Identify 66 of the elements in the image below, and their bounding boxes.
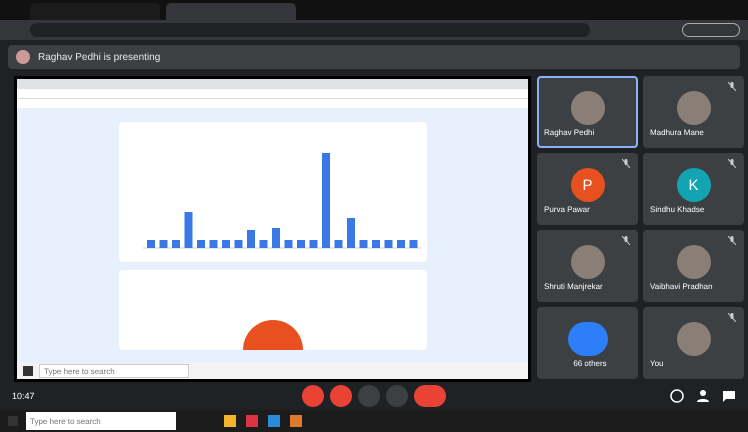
browser-tab[interactable] xyxy=(30,3,160,20)
participant-tile[interactable]: Shruti Manjrekar xyxy=(537,230,638,302)
chart-bar xyxy=(172,240,180,248)
present-button[interactable] xyxy=(358,385,380,407)
participant-tile[interactable]: You xyxy=(643,307,744,379)
avatar-icon xyxy=(676,91,710,125)
chart-bar xyxy=(396,240,404,248)
chart-bar xyxy=(234,240,242,248)
chart-bar xyxy=(222,240,230,248)
chart-bar xyxy=(146,240,154,248)
people-icon[interactable] xyxy=(696,389,710,403)
app-icon[interactable] xyxy=(224,415,236,427)
participant-name: You xyxy=(650,359,664,368)
avatar-icon xyxy=(676,245,710,279)
chart-bar xyxy=(159,240,167,248)
chart-bar xyxy=(409,240,417,248)
avatar-icon xyxy=(676,322,710,356)
participant-name: Shruti Manjrekar xyxy=(544,282,603,291)
avatar-letter: K xyxy=(676,168,710,202)
windows-icon[interactable] xyxy=(23,366,33,376)
participant-tile[interactable]: Raghav Pedhi xyxy=(537,76,638,148)
avatar-icon xyxy=(570,91,604,125)
participant-name: Vaibhavi Pradhan xyxy=(650,282,713,291)
mic-button[interactable] xyxy=(302,385,324,407)
avatar-letter: P xyxy=(570,168,604,202)
search-field[interactable]: Type here to search xyxy=(26,412,176,430)
participant-name: Purva Pawar xyxy=(544,205,590,214)
participant-tile[interactable]: Madhura Mane xyxy=(643,76,744,148)
chat-icon[interactable] xyxy=(722,389,736,403)
profile-button[interactable] xyxy=(682,23,740,37)
avatar-group-icon xyxy=(568,322,608,356)
participant-name: Sindhu Khadse xyxy=(650,205,704,214)
participant-tile[interactable]: 66 others xyxy=(537,307,638,379)
chart-bar xyxy=(384,240,392,248)
participant-name: Raghav Pedhi xyxy=(544,128,594,137)
chart-bar xyxy=(359,240,367,248)
avatar-icon xyxy=(570,245,604,279)
chart-bar xyxy=(334,240,342,248)
chart-bar xyxy=(259,240,267,248)
presenting-text: Raghav Pedhi is presenting xyxy=(38,52,160,62)
app-icon[interactable] xyxy=(268,415,280,427)
end-call-button[interactable] xyxy=(414,385,446,407)
app-icon[interactable] xyxy=(246,415,258,427)
participant-tile[interactable]: K Sindhu Khadse xyxy=(643,153,744,225)
info-icon[interactable] xyxy=(670,389,684,403)
chart-bar xyxy=(184,212,192,248)
avatar-icon xyxy=(16,50,30,64)
app-icon[interactable] xyxy=(290,415,302,427)
participant-name: 66 others xyxy=(573,359,607,368)
participant-tile[interactable]: Vaibhavi Pradhan xyxy=(643,230,744,302)
participant-name: Madhura Mane xyxy=(650,128,704,137)
chart-bar xyxy=(346,218,354,248)
chart-bar xyxy=(246,230,254,248)
chart-bar xyxy=(196,240,204,248)
chart-bar xyxy=(309,240,317,248)
search-field[interactable]: Type here to search xyxy=(39,364,189,378)
chart-bar xyxy=(284,240,292,248)
meeting-time: 10:47 xyxy=(12,391,36,401)
chart-bar xyxy=(272,228,280,248)
more-button[interactable] xyxy=(386,385,408,407)
participant-tile[interactable]: P Purva Pawar xyxy=(537,153,638,225)
camera-button[interactable] xyxy=(330,385,352,407)
chart-bar xyxy=(372,240,380,248)
chart-bar xyxy=(296,240,304,248)
chart-bar xyxy=(209,240,217,248)
browser-tab[interactable] xyxy=(166,3,296,20)
